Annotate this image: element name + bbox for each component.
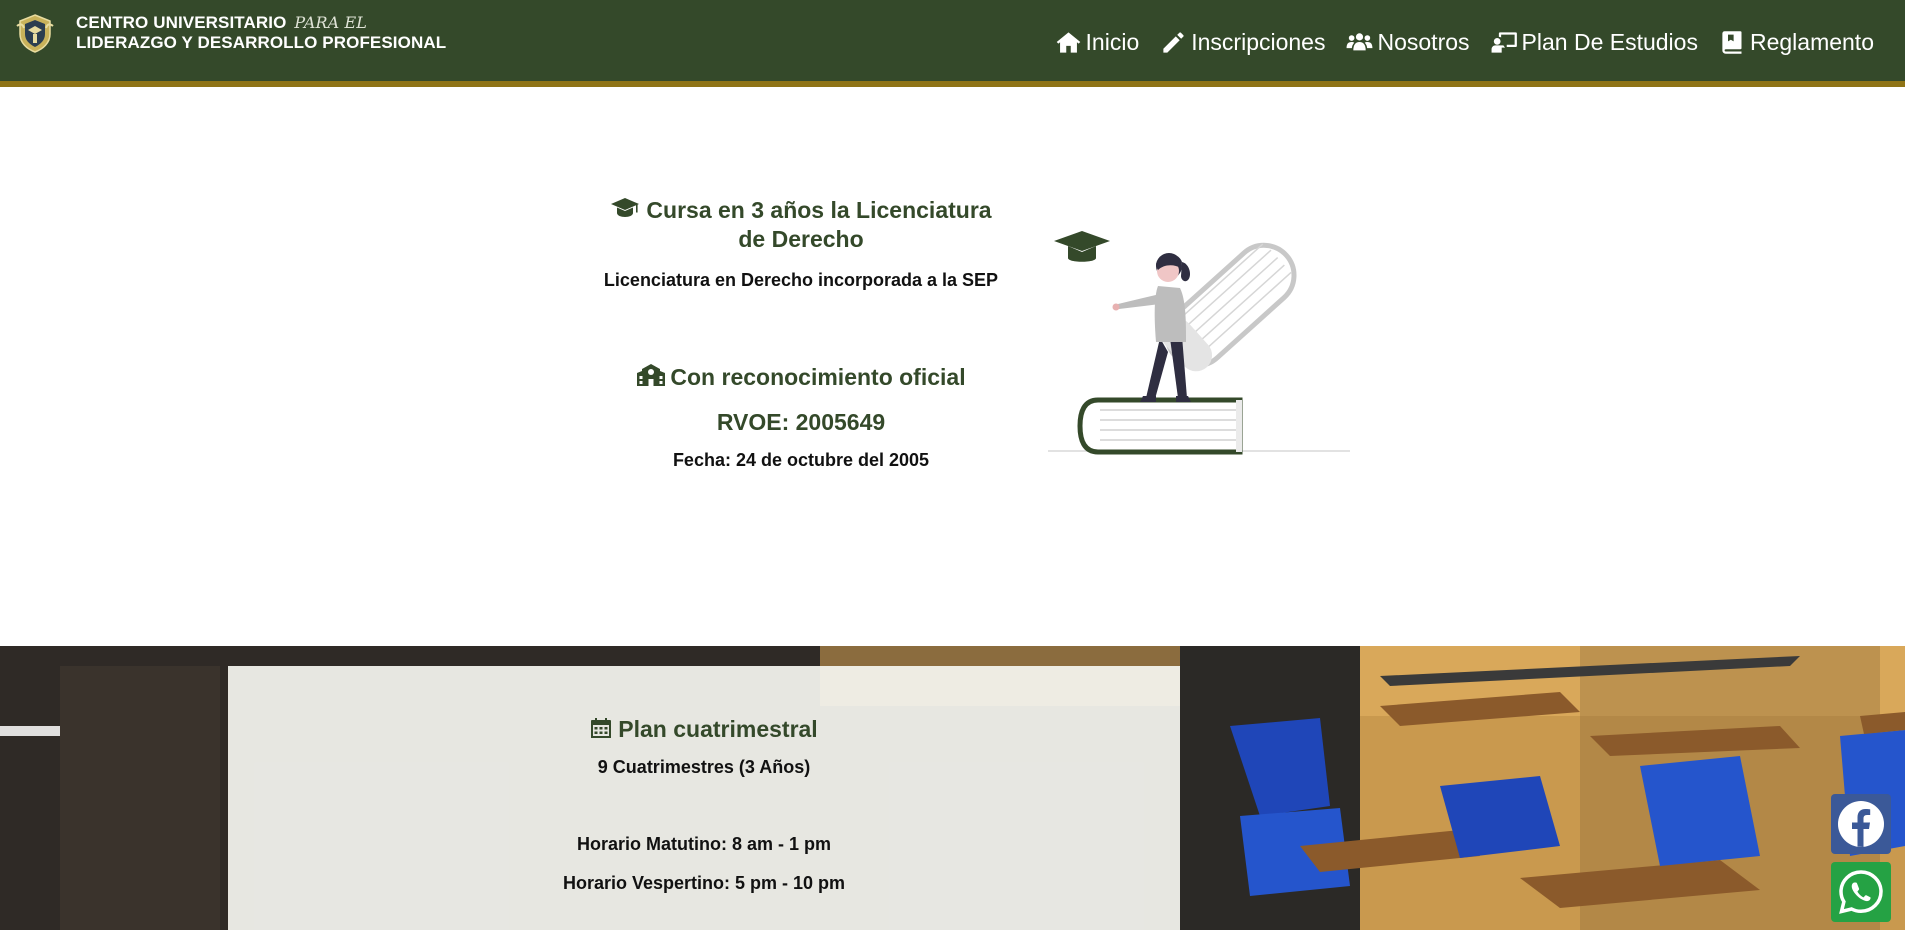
whatsapp-icon	[1839, 870, 1883, 914]
hero-title-text: Cursa en 3 años la Licenciatura de Derec…	[646, 197, 992, 252]
rvoe-date: Fecha: 24 de octubre del 2005	[672, 450, 930, 470]
brand-line1-row: CENTRO UNIVERSITARIO PARA EL	[76, 13, 446, 33]
official-title: Con reconocimiento oficial	[600, 363, 1002, 391]
graduate-on-books-illustration	[1048, 231, 1350, 455]
rvoe-number: RVOE: 2005649	[716, 409, 886, 435]
teacher-icon	[1491, 31, 1517, 53]
whatsapp-button[interactable]	[1831, 862, 1891, 922]
facebook-icon	[1838, 801, 1884, 847]
brand-text: CENTRO UNIVERSITARIO PARA EL LIDERAZGO Y…	[76, 13, 446, 53]
nav-item-reglamento[interactable]: Reglamento	[1719, 24, 1874, 60]
main-nav: Inicio Inscripciones Nosotros Plan De Es…	[1034, 24, 1874, 60]
evening-schedule: Horario Vespertino: 5 pm - 10 pm	[562, 873, 846, 893]
facebook-button[interactable]	[1831, 794, 1891, 854]
plan-title-text: Plan cuatrimestral	[618, 716, 818, 742]
hero-subtitle: Licenciatura en Derecho incorporada a la…	[603, 270, 999, 290]
graduation-cap-icon	[611, 198, 640, 217]
brand-script: PARA EL	[294, 13, 367, 32]
nav-label: Inscripciones	[1191, 28, 1326, 55]
brand-line2: LIDERAZGO Y DESARROLLO PROFESIONAL	[76, 33, 447, 52]
top-navbar: CENTRO UNIVERSITARIO PARA EL LIDERAZGO Y…	[0, 0, 1905, 87]
morning-schedule: Horario Matutino: 8 am - 1 pm	[576, 834, 832, 854]
nav-label: Plan De Estudios	[1521, 28, 1698, 55]
nav-label: Nosotros	[1377, 28, 1470, 55]
nav-label: Inicio	[1085, 28, 1140, 55]
hero-section: Cursa en 3 años la Licenciatura de Derec…	[600, 196, 1002, 471]
calendar-icon	[591, 718, 612, 738]
nav-item-inicio[interactable]: Inicio	[1055, 24, 1140, 60]
nav-label: Reglamento	[1749, 28, 1874, 55]
nav-item-plan-de-estudios[interactable]: Plan De Estudios	[1491, 24, 1698, 60]
nav-item-nosotros[interactable]: Nosotros	[1346, 24, 1470, 60]
plan-title: Plan cuatrimestral	[228, 716, 1180, 743]
home-icon	[1056, 31, 1080, 53]
plan-card: Plan cuatrimestral 9 Cuatrimestres (3 Añ…	[228, 666, 1180, 930]
nav-item-inscripciones[interactable]: Inscripciones	[1160, 24, 1325, 60]
pencil-icon	[1163, 31, 1184, 53]
users-icon	[1347, 32, 1373, 50]
hero-title: Cursa en 3 años la Licenciatura de Derec…	[600, 196, 1002, 254]
brand-logo-link[interactable]: CENTRO UNIVERSITARIO PARA EL LIDERAZGO Y…	[14, 12, 446, 54]
book-icon	[1722, 30, 1742, 54]
plan-duration: 9 Cuatrimestres (3 Años)	[597, 757, 811, 777]
page: CENTRO UNIVERSITARIO PARA EL LIDERAZGO Y…	[0, 0, 1905, 930]
school-building-icon	[637, 364, 666, 386]
university-crest-icon	[16, 14, 54, 53]
official-title-text: Con reconocimiento oficial	[670, 364, 966, 390]
brand-line1: CENTRO UNIVERSITARIO	[76, 13, 287, 32]
